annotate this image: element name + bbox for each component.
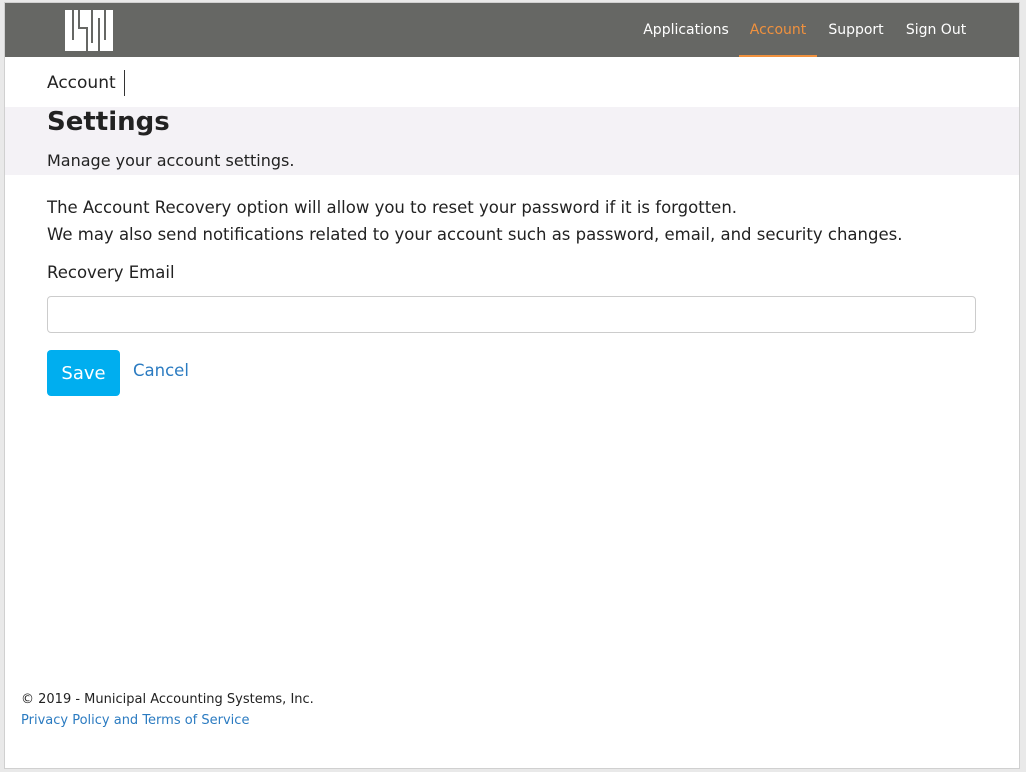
page-subtitle: Manage your account settings. — [47, 151, 295, 170]
description-line-1: The Account Recovery option will allow y… — [47, 198, 738, 217]
nav-support[interactable]: Support — [823, 3, 889, 57]
cancel-link[interactable]: Cancel — [133, 361, 189, 380]
recovery-email-input[interactable] — [47, 296, 976, 333]
nav-account[interactable]: Account — [739, 3, 817, 57]
recovery-description: The Account Recovery option will allow y… — [47, 194, 902, 248]
footer-copyright: © 2019 - Municipal Accounting Systems, I… — [21, 692, 314, 707]
page-title: Settings — [47, 107, 170, 137]
app-window: Applications Account Support Sign Out Ac… — [5, 3, 1019, 768]
nav-applications[interactable]: Applications — [640, 3, 732, 57]
top-navbar: Applications Account Support Sign Out — [5, 3, 1019, 57]
nav-sign-out[interactable]: Sign Out — [899, 3, 973, 57]
description-line-2: We may also send notifications related t… — [47, 225, 903, 244]
logo-icon[interactable] — [65, 10, 113, 51]
recovery-email-label: Recovery Email — [47, 263, 175, 282]
privacy-policy-link[interactable]: Privacy Policy and Terms of Service — [21, 713, 249, 728]
breadcrumb: Account — [47, 70, 125, 96]
save-button[interactable]: Save — [47, 350, 120, 396]
